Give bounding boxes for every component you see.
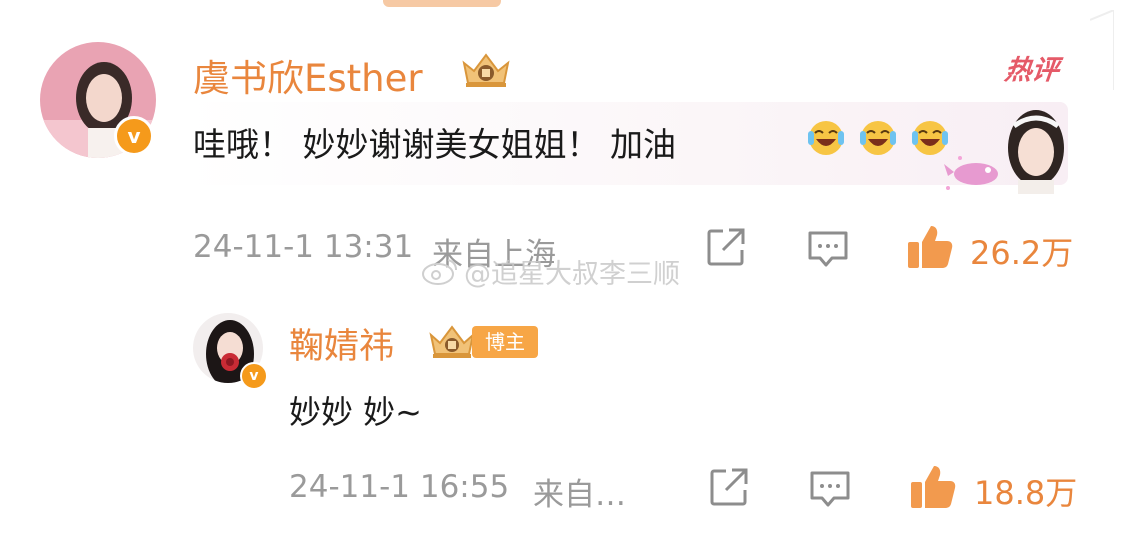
vip-crown-icon <box>462 53 510 87</box>
reply-comment-icon[interactable] <box>808 468 852 510</box>
reply-location: 来自… <box>533 477 626 513</box>
reply-vip-crown-icon <box>429 325 475 358</box>
previous-element-stub <box>383 0 501 7</box>
comment-timestamp: 24-11-1 13:31 <box>193 229 414 265</box>
bubble-sticker-decoration <box>944 110 1064 194</box>
comment-text: 哇哦！ 妙妙谢谢美女姐姐！ 加油 <box>193 125 676 164</box>
reply-share-icon[interactable] <box>708 466 750 508</box>
reply-like-icon[interactable] <box>908 462 958 512</box>
corner-fold-decoration <box>1090 10 1114 90</box>
reply-timestamp: 24-11-1 16:55 <box>289 469 510 505</box>
watermark-text: @追星大叔李三顺 <box>464 259 680 290</box>
laugh-cry-emoji-1 <box>808 121 844 155</box>
reply-username[interactable]: 鞠婧祎 <box>289 318 394 369</box>
verified-badge-icon: v <box>114 116 154 156</box>
comment-like-count: 26.2万 <box>970 234 1074 272</box>
hot-comment-tag: 热评 <box>1003 55 1061 86</box>
reply-verified-badge-icon: v <box>240 362 268 390</box>
share-icon[interactable] <box>705 226 747 268</box>
blogger-badge: 博主 <box>472 326 538 358</box>
commenter-username[interactable]: 虞书欣Esther <box>193 48 423 102</box>
like-icon[interactable] <box>905 222 955 272</box>
reply-like-count: 18.8万 <box>974 474 1078 512</box>
laugh-cry-emoji-2 <box>860 121 896 155</box>
weibo-logo-icon <box>422 259 457 285</box>
reply-text: 妙妙 妙~ <box>289 393 422 431</box>
comment-icon[interactable] <box>806 228 850 270</box>
